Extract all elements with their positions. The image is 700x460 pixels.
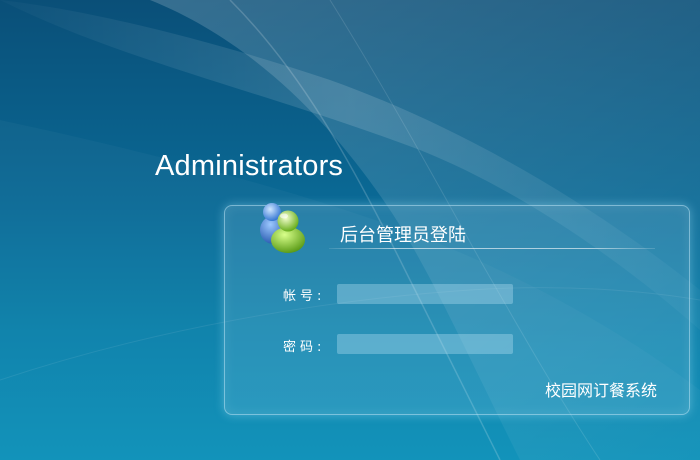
heading-divider [329,248,655,249]
system-name: 校园网订餐系统 [544,381,657,400]
login-panel: 后台管理员登陆 帐号: 密码: 校园网订餐系统 [224,203,690,415]
password-label: 密码: [283,340,326,355]
password-input[interactable] [337,334,513,354]
account-input[interactable] [337,284,513,304]
users-icon [260,203,305,253]
page-title: Administrators [155,150,344,182]
panel-heading: 后台管理员登陆 [340,225,466,246]
account-label: 帐号: [283,289,326,304]
